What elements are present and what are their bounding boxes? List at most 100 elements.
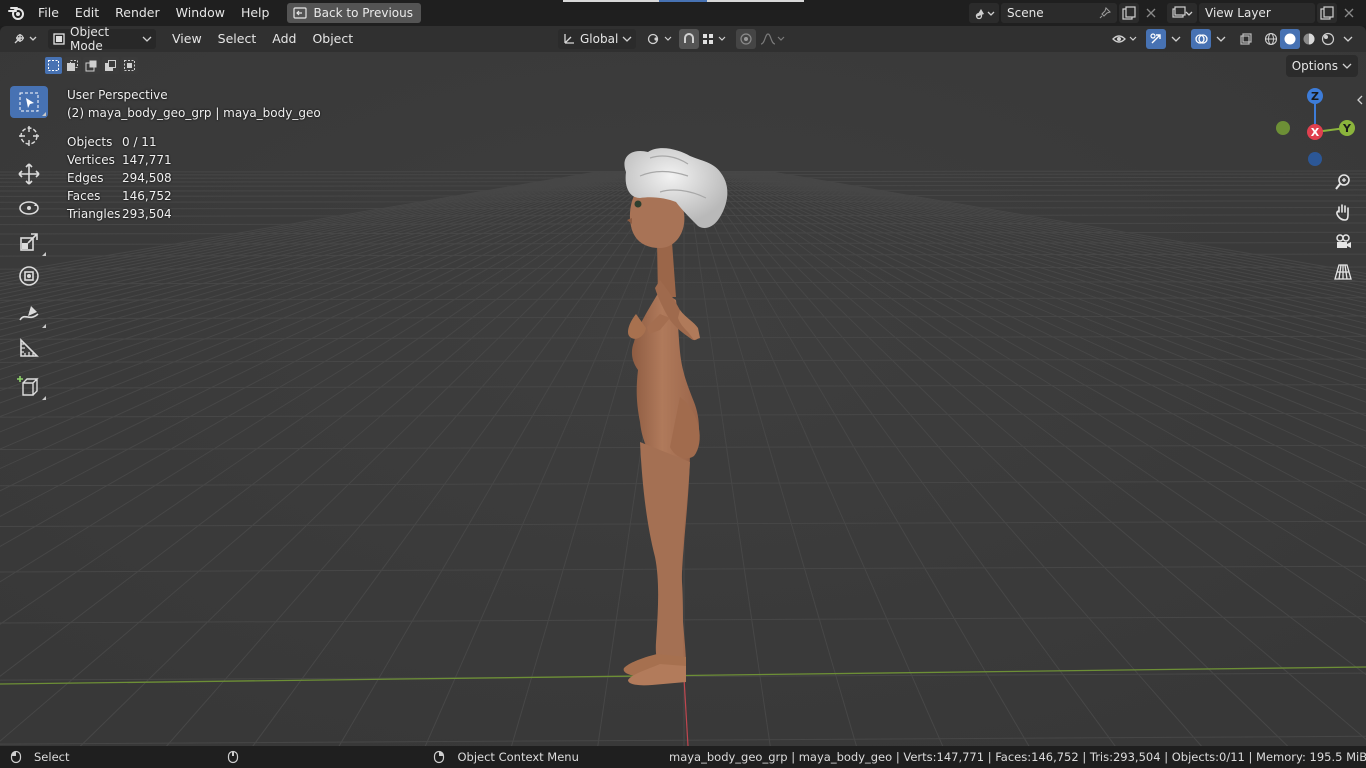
move-tool-icon[interactable] <box>10 158 48 190</box>
menu-help[interactable]: Help <box>233 2 278 24</box>
select-invert-icon[interactable] <box>102 57 119 74</box>
select-box-tool-icon[interactable] <box>10 86 48 118</box>
select-intersect-icon[interactable] <box>121 57 138 74</box>
menu-render[interactable]: Render <box>107 2 168 24</box>
status-bar: Select Object Context Menu maya_body_geo… <box>0 746 1366 768</box>
overlays-toggle-icon[interactable] <box>1191 29 1211 49</box>
delete-view-layer-icon[interactable] <box>1339 3 1359 23</box>
tool-options-corner-icon <box>42 324 46 328</box>
3d-viewport[interactable]: User Perspective (2) maya_body_geo_grp |… <box>0 52 1366 746</box>
selection-mode-group <box>45 57 138 74</box>
status-middle-action: Object Context Menu <box>457 750 579 764</box>
options-dropdown[interactable]: Options <box>1285 55 1358 77</box>
mouse-right-icon <box>434 750 445 764</box>
pin-icon[interactable] <box>1099 7 1111 19</box>
tool-options-corner-icon <box>42 396 46 400</box>
status-scene-info: maya_body_geo_grp | maya_body_geo | Vert… <box>669 750 1366 764</box>
gizmo-options-chevron-icon[interactable] <box>1166 29 1186 49</box>
chevron-down-icon <box>1342 63 1352 69</box>
menu-edit[interactable]: Edit <box>67 2 107 24</box>
overlays-options-chevron-icon[interactable] <box>1211 29 1231 49</box>
select-subtract-icon[interactable] <box>83 57 100 74</box>
xray-toggle-icon[interactable] <box>1236 29 1256 49</box>
measure-tool-icon[interactable] <box>10 332 48 364</box>
gizmo-neg-z-icon <box>1308 152 1322 166</box>
gizmo-z-label: Z <box>1311 90 1319 103</box>
scale-tool-icon[interactable] <box>10 226 48 258</box>
blender-logo-icon[interactable] <box>4 0 30 26</box>
rendered-shading-icon[interactable] <box>1318 29 1338 49</box>
select-extend-icon[interactable] <box>64 57 81 74</box>
transform-tool-icon[interactable] <box>10 260 48 292</box>
scene-browse-icon[interactable] <box>969 3 999 23</box>
navigation-gizmo[interactable]: Z Y X <box>1268 86 1364 166</box>
view-layer-browse-icon[interactable] <box>1167 3 1197 23</box>
gizmo-x-label: X <box>1311 126 1320 139</box>
snap-target-icon[interactable] <box>700 29 730 49</box>
stat-row-edges: Edges 294,508 <box>67 171 172 185</box>
scene-statistics: Objects 0 / 11 Vertices 147,771 Edges 294,5… <box>67 133 321 223</box>
workspace-tab-active[interactable] <box>659 0 707 2</box>
perspective-toggle-icon[interactable] <box>1330 259 1356 285</box>
proportional-falloff-icon[interactable] <box>758 29 788 49</box>
object-mode-icon <box>53 33 65 45</box>
pivot-point-icon[interactable] <box>645 29 675 49</box>
mouse-left-icon <box>10 750 22 764</box>
solid-shading-icon[interactable] <box>1280 29 1300 49</box>
gizmo-toggle-icon[interactable] <box>1146 29 1166 49</box>
wireframe-shading-icon[interactable] <box>1261 29 1281 49</box>
annotate-tool-icon[interactable] <box>10 298 48 330</box>
view-layer-name-field[interactable]: View Layer <box>1199 3 1315 23</box>
back-screen-icon <box>293 7 308 19</box>
chevron-down-icon <box>142 36 152 42</box>
orientation-icon <box>564 34 574 44</box>
visibility-eye-icon[interactable] <box>1110 29 1140 49</box>
stat-row-vertices: Vertices 147,771 <box>67 153 172 167</box>
menu-window[interactable]: Window <box>168 2 233 24</box>
header-menu-object[interactable]: Object <box>304 28 361 50</box>
orientation-label: Global <box>580 32 619 46</box>
add-cube-tool-icon[interactable] <box>10 370 48 402</box>
rotate-tool-icon[interactable] <box>10 192 48 224</box>
active-object-name: (2) maya_body_geo_grp | maya_body_geo <box>67 106 321 120</box>
pan-view-icon[interactable] <box>1330 199 1356 225</box>
cursor-tool-icon[interactable] <box>10 120 48 152</box>
chevron-down-icon <box>622 36 632 42</box>
scene-name-field[interactable]: Scene <box>1001 3 1117 23</box>
editor-type-icon[interactable] <box>10 29 40 49</box>
back-to-previous-button[interactable]: Back to Previous <box>287 3 421 23</box>
zoom-view-icon[interactable] <box>1330 169 1356 195</box>
camera-view-icon[interactable] <box>1330 229 1356 255</box>
shading-options-chevron-icon[interactable] <box>1338 29 1358 49</box>
viewport-header: Object Mode View Select Add Object Globa… <box>0 25 1366 53</box>
tool-options-corner-icon <box>42 252 46 256</box>
view-layer-selector: View Layer <box>1167 3 1359 23</box>
tool-options-corner-icon <box>42 112 46 116</box>
material-preview-shading-icon[interactable] <box>1299 29 1319 49</box>
blender-window: File Edit Render Window Help Back to Pre… <box>0 0 1366 768</box>
delete-scene-icon[interactable] <box>1141 3 1161 23</box>
menu-file[interactable]: File <box>30 2 67 24</box>
tool-shelf <box>8 86 50 404</box>
status-left-action: Select <box>34 750 70 764</box>
stat-row-triangles: Triangles 293,504 <box>67 207 172 221</box>
header-menu-add[interactable]: Add <box>264 28 304 50</box>
header-menu-select[interactable]: Select <box>210 28 265 50</box>
select-new-icon[interactable] <box>45 57 62 74</box>
orientation-dropdown[interactable]: Global <box>558 29 636 49</box>
viewport-info-overlay: User Perspective (2) maya_body_geo_grp |… <box>67 86 321 223</box>
scene-selector: Scene <box>969 3 1161 23</box>
stat-row-objects: Objects 0 / 11 <box>67 135 157 149</box>
view-layer-name: View Layer <box>1205 6 1271 20</box>
workspace-tabs-strip[interactable] <box>563 0 804 2</box>
mode-dropdown[interactable]: Object Mode <box>48 25 156 53</box>
mode-label: Object Mode <box>70 25 110 53</box>
header-menu-view[interactable]: View <box>164 28 210 50</box>
snap-toggle-icon[interactable] <box>679 29 699 49</box>
gizmo-neg-y-icon <box>1276 121 1290 135</box>
new-scene-icon[interactable] <box>1119 3 1139 23</box>
options-label: Options <box>1291 59 1338 73</box>
stat-row-faces: Faces 146,752 <box>67 189 172 203</box>
new-view-layer-icon[interactable] <box>1317 3 1337 23</box>
proportional-editing-icon[interactable] <box>736 29 756 49</box>
